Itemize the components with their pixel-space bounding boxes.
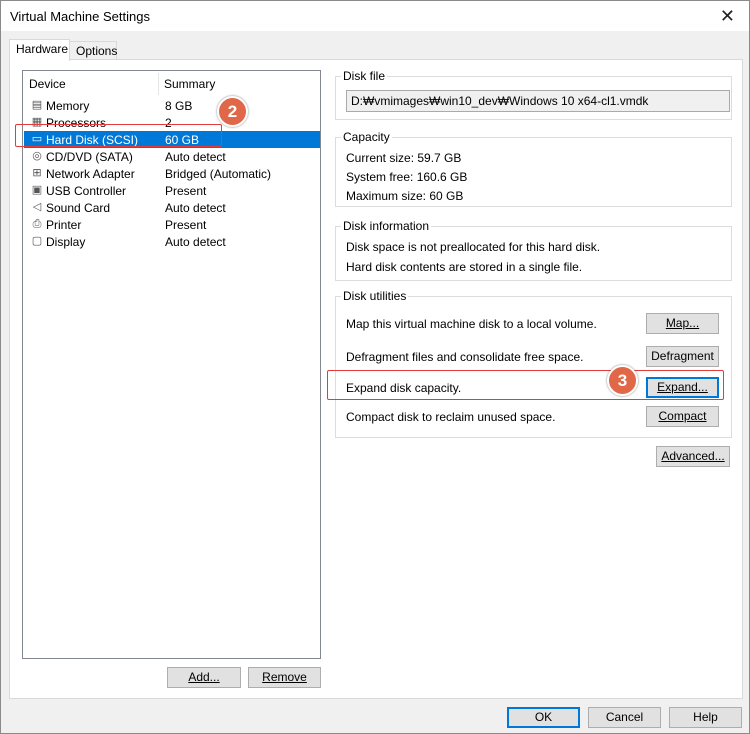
map-button[interactable]: Map... [646,313,719,334]
single-file-text: Hard disk contents are stored in a singl… [346,260,583,274]
printer-icon: ⎙ [32,218,42,230]
speaker-icon: ◁ [32,201,42,213]
group-title: Disk utilities [341,289,409,303]
device-name: Memory [46,99,90,113]
device-row-display[interactable]: ▢ Display Auto detect [24,233,320,250]
compact-button-label: Compact [658,409,707,423]
cancel-button[interactable]: Cancel [588,707,661,728]
expand-description: Expand disk capacity. [346,381,462,395]
disk-file-path-field[interactable]: D:₩vmimages₩win10_dev₩Windows 10 x64-cl1… [346,90,730,112]
device-row-network-adapter[interactable]: ⊞ Network Adapter Bridged (Automatic) [24,165,320,182]
capacity-group: Capacity Current size: 59.7 GB System fr… [335,130,732,207]
advanced-button[interactable]: Advanced... [656,446,730,467]
device-row-usb-controller[interactable]: ▣ USB Controller Present [24,182,320,199]
maximum-size-text: Maximum size: 60 GB [346,189,464,203]
ok-button-label: OK [534,710,553,724]
remove-device-button[interactable]: Remove [248,667,321,688]
title-bar: Virtual Machine Settings ✕ [1,1,749,31]
preallocation-text: Disk space is not preallocated for this … [346,240,601,254]
current-size-text: Current size: 59.7 GB [346,151,462,165]
device-row-memory[interactable]: ▤ Memory 8 GB [24,97,320,114]
processor-icon: ▦ [31,116,43,128]
map-button-label: Map... [665,316,700,330]
add-device-button[interactable]: Add... [167,667,241,688]
device-row-processors[interactable]: ▦ Processors 2 [24,114,320,131]
defragment-description: Defragment files and consolidate free sp… [346,350,584,364]
tab-hardware[interactable]: Hardware [9,39,70,61]
defragment-button[interactable]: Defragment [646,346,719,367]
disk-utilities-group: Disk utilities Map this virtual machine … [335,289,732,438]
cancel-button-label: Cancel [605,710,644,724]
device-summary: Auto detect [165,150,226,164]
step-3-badge: 3 [607,365,638,396]
expand-button[interactable]: Expand... [646,377,719,398]
compact-button[interactable]: Compact [646,406,719,427]
device-row-hard-disk[interactable]: ▭ Hard Disk (SCSI) 60 GB [24,131,320,148]
compact-description: Compact disk to reclaim unused space. [346,410,556,424]
group-title: Disk information [341,219,432,233]
system-free-text: System free: 160.6 GB [346,170,468,184]
disk-information-group: Disk information Disk space is not preal… [335,219,732,281]
vm-settings-window: Virtual Machine Settings ✕ Hardware Opti… [0,0,750,734]
device-summary: 8 GB [165,99,193,113]
device-row-sound-card[interactable]: ◁ Sound Card Auto detect [24,199,320,216]
device-summary: 2 [165,116,172,130]
close-icon[interactable]: ✕ [720,6,735,27]
column-header-summary[interactable]: Summary [164,77,215,95]
network-adapter-icon: ⊞ [32,167,42,179]
monitor-icon: ▢ [31,235,43,247]
device-name: CD/DVD (SATA) [46,150,133,164]
step-2-badge: 2 [217,96,248,127]
device-name: USB Controller [46,184,127,198]
device-row-printer[interactable]: ⎙ Printer Present [24,216,320,233]
tab-options[interactable]: Options [69,41,117,60]
device-summary: Auto detect [165,201,226,215]
device-name: Display [46,235,86,249]
disk-file-group: Disk file D:₩vmimages₩win10_dev₩Windows … [335,69,732,120]
device-summary: Bridged (Automatic) [165,167,272,181]
usb-icon: ▣ [31,184,43,196]
defragment-button-label: Defragment [651,349,714,363]
device-list[interactable]: Device Summary ▤ Memory 8 GB ▦ Processor… [22,70,321,659]
expand-button-label: Expand... [657,380,708,394]
help-button-label: Help [693,710,718,724]
ok-button[interactable]: OK [507,707,580,728]
device-name: Network Adapter [46,167,135,181]
device-summary: Present [165,218,207,232]
hard-disk-icon: ▭ [31,133,43,145]
map-description: Map this virtual machine disk to a local… [346,317,597,331]
device-row-cd-dvd[interactable]: ◎ CD/DVD (SATA) Auto detect [24,148,320,165]
cd-dvd-icon: ◎ [32,150,42,162]
remove-button-label: Remove [262,670,307,684]
device-name: Printer [46,218,82,232]
device-summary: Present [165,184,207,198]
memory-icon: ▤ [31,99,43,111]
device-name: Processors [46,116,107,130]
column-header-device[interactable]: Device [29,77,66,95]
device-summary: Auto detect [165,235,226,249]
device-summary: 60 GB [165,133,200,147]
add-button-label: Add... [188,670,220,684]
group-title: Capacity [341,130,392,144]
window-title: Virtual Machine Settings [10,9,150,24]
column-separator [158,73,159,95]
advanced-button-label: Advanced... [661,449,725,463]
device-name: Sound Card [46,201,111,215]
device-name: Hard Disk (SCSI) [46,133,139,147]
group-title: Disk file [341,69,388,83]
help-button[interactable]: Help [669,707,742,728]
